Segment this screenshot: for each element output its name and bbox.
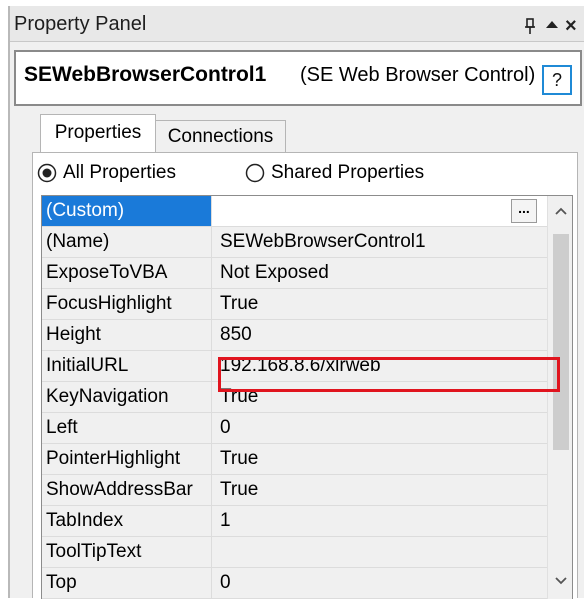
property-value[interactable]: 0	[212, 568, 547, 598]
help-button[interactable]: ?	[542, 65, 572, 95]
object-selector[interactable]: SEWebBrowserControl1 (SE Web Browser Con…	[14, 50, 582, 106]
pin-icon[interactable]	[522, 17, 538, 35]
ellipsis-button[interactable]: ...	[511, 199, 537, 223]
property-row[interactable]: ShowAddressBar True	[42, 475, 547, 506]
property-name: ToolTipText	[42, 537, 212, 567]
property-name: PointerHighlight	[42, 444, 212, 474]
chevron-up-icon[interactable]	[545, 18, 559, 30]
tab-properties[interactable]: Properties	[40, 114, 156, 152]
property-row[interactable]: TabIndex 1	[42, 506, 547, 537]
property-value[interactable]: 1	[212, 506, 547, 536]
property-value[interactable]	[212, 196, 547, 226]
property-value[interactable]: True	[212, 444, 547, 474]
property-name: Height	[42, 320, 212, 350]
property-value[interactable]: Not Exposed	[212, 258, 547, 288]
property-name: FocusHighlight	[42, 289, 212, 319]
property-name: ExposeToVBA	[42, 258, 212, 288]
scroll-thumb[interactable]	[553, 234, 569, 450]
property-row[interactable]: Left 0	[42, 413, 547, 444]
property-grid: (Custom)... (Name) SEWebBrowserControl1 Exp…	[41, 195, 573, 599]
property-name: TabIndex	[42, 506, 212, 536]
property-row[interactable]: FocusHighlight True	[42, 289, 547, 320]
property-value[interactable]	[212, 537, 547, 567]
property-value[interactable]: 192.168.8.6/xlrweb	[212, 351, 547, 381]
property-name: InitialURL	[42, 351, 212, 381]
property-row[interactable]: (Name) SEWebBrowserControl1	[42, 227, 547, 258]
radio-unchecked-icon	[245, 163, 265, 183]
property-value[interactable]: True	[212, 289, 547, 319]
object-name: SEWebBrowserControl1	[24, 63, 267, 86]
property-row[interactable]: ExposeToVBA Not Exposed	[42, 258, 547, 289]
panel-title: Property Panel	[14, 13, 147, 35]
property-row[interactable]: Top 0	[42, 568, 547, 599]
property-row[interactable]: (Custom)...	[42, 196, 547, 227]
property-name: (Custom)	[42, 196, 212, 226]
radio-all-properties-label: All Properties	[63, 162, 176, 183]
close-icon[interactable]: ×	[565, 15, 577, 38]
property-name: Left	[42, 413, 212, 443]
property-panel: Property Panel × SEWebBrowserControl1 (S…	[8, 6, 584, 599]
property-row[interactable]: Height 850	[42, 320, 547, 351]
property-value[interactable]: True	[212, 382, 547, 412]
property-name: KeyNavigation	[42, 382, 212, 412]
property-value[interactable]: True	[212, 475, 547, 505]
radio-checked-icon	[37, 163, 57, 183]
property-row[interactable]: KeyNavigation True	[42, 382, 547, 413]
vertical-scrollbar[interactable]	[547, 196, 572, 599]
panel-titlebar: Property Panel ×	[10, 6, 584, 42]
scroll-down-icon[interactable]	[554, 576, 568, 586]
property-name: ShowAddressBar	[42, 475, 212, 505]
property-name: Top	[42, 568, 212, 598]
property-row[interactable]: InitialURL 192.168.8.6/xlrweb	[42, 351, 547, 382]
radio-shared-properties-label: Shared Properties	[271, 162, 425, 183]
property-row[interactable]: PointerHighlight True	[42, 444, 547, 475]
properties-tab-content: All Properties Shared Properties (Custom…	[32, 152, 578, 599]
tab-connections[interactable]: Connections	[156, 120, 286, 152]
property-value[interactable]: 850	[212, 320, 547, 350]
property-value[interactable]: SEWebBrowserControl1	[212, 227, 547, 257]
property-value[interactable]: 0	[212, 413, 547, 443]
property-name: (Name)	[42, 227, 212, 257]
scroll-up-icon[interactable]	[554, 206, 568, 216]
property-row[interactable]: ToolTipText	[42, 537, 547, 568]
object-type: (SE Web Browser Control)	[300, 64, 536, 86]
